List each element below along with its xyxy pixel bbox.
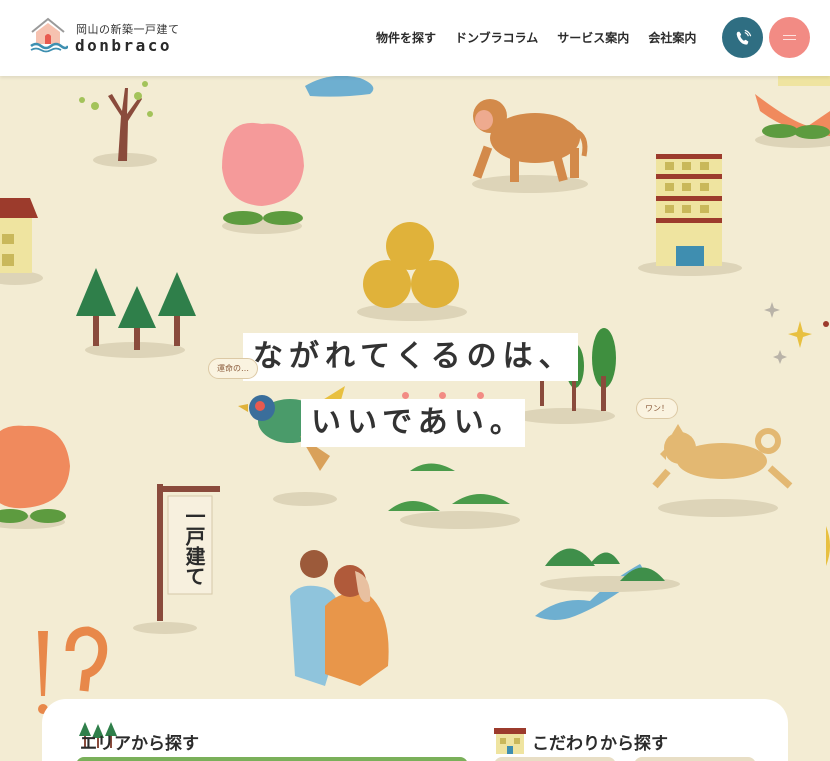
nav-item-services[interactable]: サービス案内: [557, 29, 629, 46]
accent-dot: [477, 392, 484, 399]
river-top: [305, 76, 374, 97]
logo-name: donbraco: [75, 36, 173, 55]
nav-item-column[interactable]: ドンブラコラム: [455, 29, 538, 46]
logo-tagline: 岡山の新築一戸建て: [76, 23, 180, 36]
accent-dot: [439, 392, 446, 399]
house-left: [0, 198, 38, 273]
peach: [222, 122, 304, 206]
hero-illustration: ながれてくるのは、 いいであい。 運命の… ワン！ 一戸建て: [0, 76, 830, 761]
nav-item-properties[interactable]: 物件を探す: [376, 29, 436, 46]
hero-copy-line2: いいであい。: [301, 399, 525, 447]
condition-search-title[interactable]: こだわりから探す: [532, 729, 668, 754]
dog-speech-bubble: ワン！: [636, 398, 678, 419]
hamburger-icon: [783, 35, 796, 40]
house-icon: [494, 728, 526, 754]
green-hills: [545, 548, 595, 566]
site-header: 岡山の新築一戸建て donbraco 物件を探す ドンブラコラム サービス案内 …: [0, 0, 830, 76]
house-wave-icon: [30, 17, 68, 53]
nav-item-company[interactable]: 会社案内: [648, 29, 696, 46]
pine-trees: [76, 268, 196, 350]
main-nav: 物件を探す ドンブラコラム サービス案内 会社案内: [376, 29, 715, 46]
signpost-label: 一戸建て: [182, 506, 206, 586]
menu-button[interactable]: [769, 17, 810, 58]
accent-dot: [402, 392, 409, 399]
apartment-building: [656, 154, 722, 266]
condition-option[interactable]: [494, 757, 616, 761]
shiba-dog: [652, 424, 793, 489]
hero-copy-line1: ながれてくるのは、: [243, 333, 578, 381]
bird-speech-bubble: 運命の…: [208, 358, 258, 379]
phone-icon: [736, 29, 751, 45]
phone-button[interactable]: [722, 17, 763, 58]
area-list-tab[interactable]: [76, 757, 468, 761]
area-search-title[interactable]: エリアから探す: [80, 729, 199, 754]
kibi-dango: [363, 222, 459, 308]
condition-option[interactable]: [634, 757, 756, 761]
monkey: [472, 99, 588, 182]
river-bottom: [535, 564, 643, 620]
logo[interactable]: 岡山の新築一戸建て donbraco: [28, 14, 180, 60]
couple-figures: [290, 550, 389, 686]
